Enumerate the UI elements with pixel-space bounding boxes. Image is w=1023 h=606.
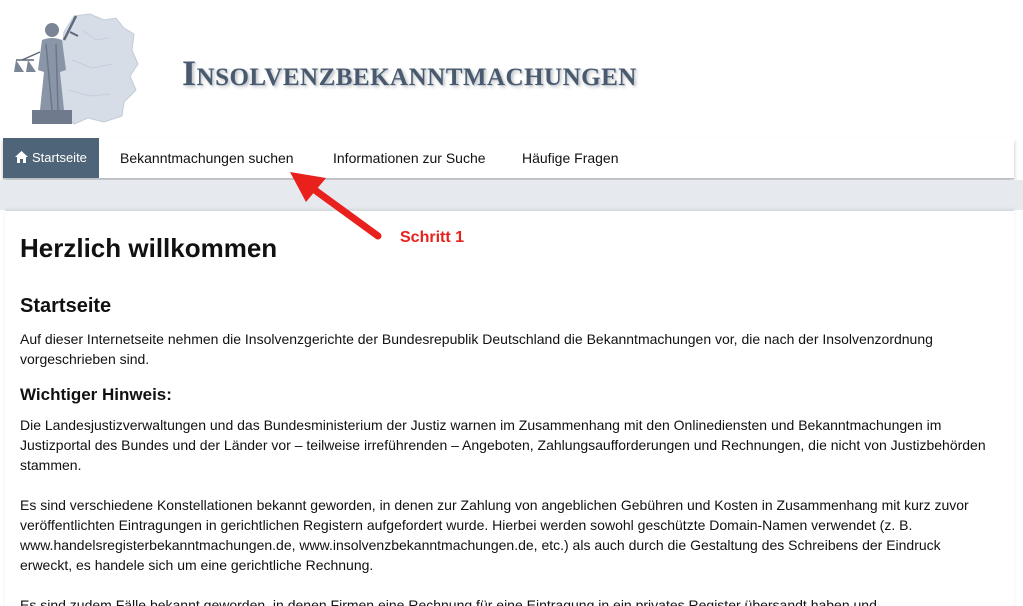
hint-paragraph-2: Es sind verschiedene Konstellationen bek… (20, 497, 969, 573)
divider-band (0, 180, 1023, 210)
site-header: Insolvenzbekanntmachungen (0, 0, 1023, 136)
section-heading-startseite: Startseite (20, 295, 112, 317)
nav-item-startseite[interactable]: Startseite (3, 138, 99, 178)
hint-paragraph-1: Die Landesjustizverwaltungen und das Bun… (20, 417, 986, 473)
main-content: Herzlich willkommen Startseite Auf diese… (5, 210, 1014, 606)
annotation-arrow-icon (290, 172, 382, 240)
annotation-label: Schritt 1 (400, 229, 465, 246)
site-title: Insolvenzbekanntmachungen (182, 53, 637, 93)
hint-paragraph-3: Es sind zudem Fälle bekannt geworden, in… (20, 597, 877, 606)
page: Insolvenzbekanntmachungen Startseite Bek… (0, 0, 1023, 606)
section-heading-hinweis: Wichtiger Hinweis: (20, 385, 172, 404)
nav-item-bekanntmachungen-suchen[interactable]: Bekanntmachungen suchen (108, 138, 306, 178)
justitia-logo (14, 13, 139, 125)
intro-paragraph: Auf dieser Internetseite nehmen die Inso… (20, 331, 933, 367)
nav-item-label: Startseite (32, 150, 87, 165)
main-nav: Startseite Bekanntmachungen suchen Infor… (3, 138, 1014, 179)
home-icon (15, 151, 28, 163)
page-title: Herzlich willkommen (20, 233, 278, 263)
nav-item-haeufige-fragen[interactable]: Häufige Fragen (510, 138, 631, 178)
